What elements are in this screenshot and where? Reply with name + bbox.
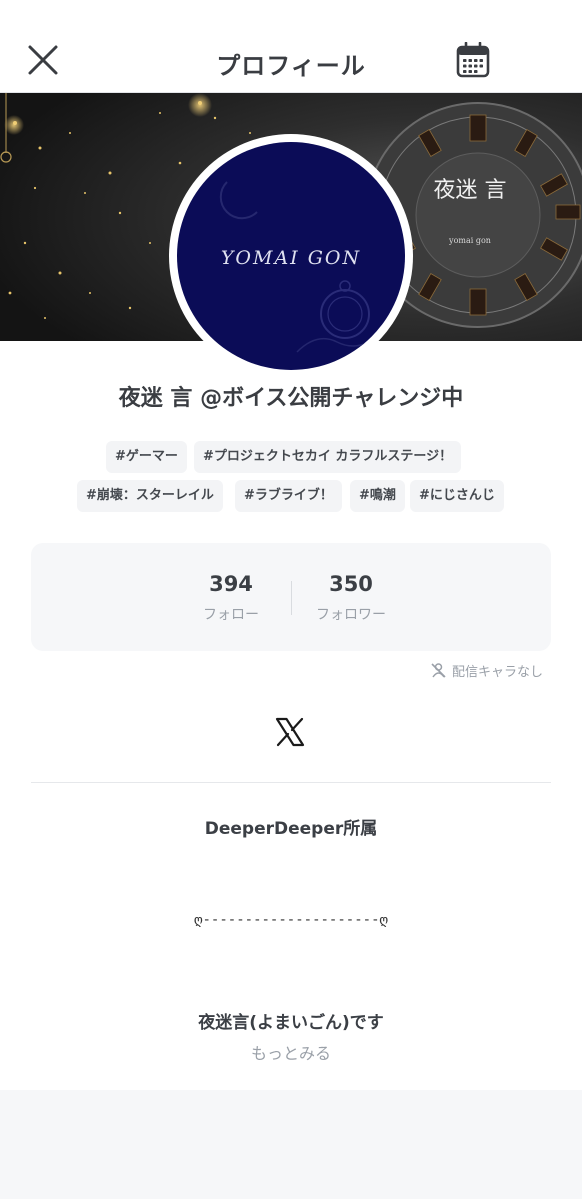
avatar[interactable]: YOMAI GON	[169, 134, 413, 378]
following-label[interactable]: フォロー	[181, 604, 281, 624]
bio-divider-line: ღ---------------------ღ	[194, 912, 388, 928]
tag-item[interactable]: #ゲーマー	[106, 441, 187, 473]
avatar-image: YOMAI GON	[177, 142, 405, 370]
calendar-icon	[456, 41, 490, 78]
bio-intro: 夜迷言(よまいごん)です	[198, 1013, 384, 1033]
follow-stats: 394 フォロー 350 フォロワー	[31, 543, 551, 651]
page-title: プロフィール	[216, 52, 366, 80]
avatar-text: YOMAI GON	[221, 247, 361, 269]
x-logo-icon	[275, 717, 305, 747]
x-link-button[interactable]	[274, 716, 306, 748]
followers-label[interactable]: フォロワー	[301, 604, 401, 624]
section-divider	[31, 782, 551, 783]
stats-divider	[291, 581, 292, 615]
see-more-link[interactable]: もっとみる	[0, 1040, 582, 1064]
tag-item[interactable]: #崩壊：スターレイル	[77, 480, 223, 512]
display-name: 夜迷 言 @ボイス公開チャレンジ中	[118, 386, 464, 411]
calendar-button[interactable]	[456, 41, 490, 78]
banner-clock-label: 夜迷 言	[434, 178, 507, 203]
header-bar: プロフィール	[0, 0, 582, 93]
tag-item[interactable]: #ラブライブ！	[235, 480, 342, 512]
profile-page: プロフィール 夜迷 言 yomai gon YOMAI GON 夜迷 言 @ボイ…	[0, 0, 582, 1199]
tag-item[interactable]: #鳴潮	[350, 480, 405, 512]
bio-affiliation: DeeperDeeper所属	[204, 819, 378, 839]
no-stream-icon	[431, 663, 446, 678]
tag-item[interactable]: #にじさんじ	[410, 480, 504, 512]
tag-item[interactable]: #プロジェクトセカイ カラフルステージ！	[194, 441, 462, 473]
following-count[interactable]: 394	[181, 572, 281, 596]
banner-clock-sub: yomai gon	[448, 236, 491, 245]
followers-count[interactable]: 350	[301, 572, 401, 596]
no-stream-text: 配信キャラなし	[452, 665, 544, 680]
